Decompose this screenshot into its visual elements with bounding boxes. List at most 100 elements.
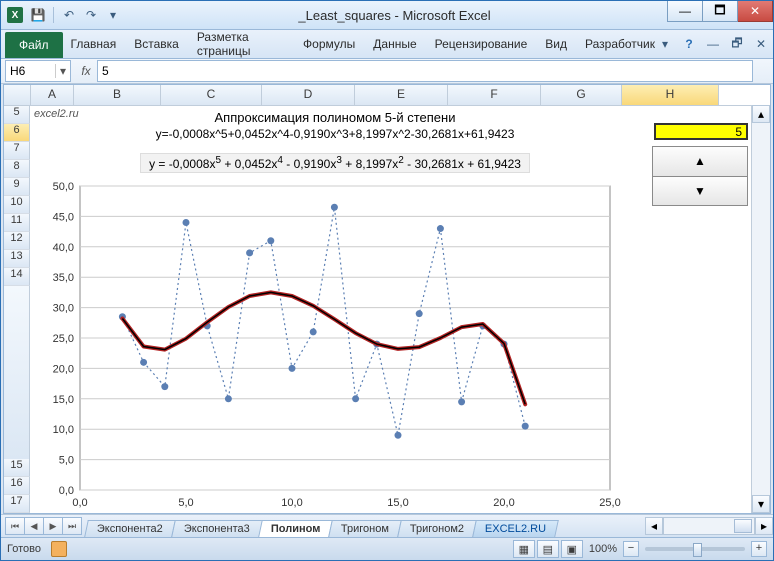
zoom-slider-thumb[interactable] <box>693 543 702 557</box>
row-header[interactable]: 10 <box>4 196 30 214</box>
ribbon-tab[interactable]: Главная <box>69 33 119 55</box>
column-headers: ABCDEFGH <box>4 85 770 106</box>
svg-text:25,0: 25,0 <box>53 333 74 345</box>
svg-text:5,0: 5,0 <box>178 497 193 509</box>
horizontal-scrollbar[interactable]: ◂ ▸ <box>645 517 773 535</box>
ribbon-tab[interactable]: Разметка страницы <box>195 26 287 62</box>
sheet-tabs-row: ⏮ ◀ ▶ ⏭ Экспонента2Экспонента3ПолиномТри… <box>1 514 773 537</box>
name-box[interactable]: H6 ▾ <box>5 60 71 82</box>
trendline-equation: y = -0,0008x5 + 0,0452x4 - 0,9190x3 + 8,… <box>140 153 530 173</box>
row-header[interactable]: 16 <box>4 477 30 495</box>
chart-subtitle: y=-0,0008x^5+0,0452x^4-0,9190x^3+8,1997x… <box>30 127 640 141</box>
sheet-tab[interactable]: Полином <box>258 520 333 537</box>
row-header[interactable]: 8 <box>4 160 30 178</box>
undo-icon[interactable]: ↶ <box>60 6 78 24</box>
column-header[interactable]: B <box>74 85 161 105</box>
close-button[interactable]: ✕ <box>738 1 773 22</box>
ribbon-minimize-icon[interactable]: ▾ <box>657 36 673 52</box>
column-header[interactable]: G <box>541 85 622 105</box>
row-header[interactable]: 17 <box>4 495 30 513</box>
scroll-up-icon[interactable]: ▴ <box>752 105 770 123</box>
window-title: _Least_squares - Microsoft Excel <box>122 8 667 23</box>
row-header[interactable]: 6 <box>4 124 30 142</box>
scroll-down-icon[interactable]: ▾ <box>752 495 770 513</box>
zoom-in-button[interactable]: + <box>751 541 767 557</box>
tab-nav-last[interactable]: ⏭ <box>63 517 82 535</box>
ribbon-tab[interactable]: Рецензирование <box>433 33 530 55</box>
formula-value: 5 <box>102 64 109 78</box>
qat-customize-icon[interactable]: ▾ <box>104 6 122 24</box>
doc-restore-icon[interactable]: 🗗 <box>729 36 745 52</box>
doc-close-icon[interactable]: ✕ <box>753 36 769 52</box>
help-icon[interactable]: ? <box>681 36 697 52</box>
tab-nav-first[interactable]: ⏮ <box>5 517 25 535</box>
row-header[interactable]: 15 <box>4 459 30 477</box>
row-header[interactable]: 13 <box>4 250 30 268</box>
svg-text:0,0: 0,0 <box>72 497 87 509</box>
ribbon-tab[interactable]: Вид <box>543 33 569 55</box>
column-header[interactable]: H <box>622 85 719 105</box>
redo-icon[interactable]: ↷ <box>82 6 100 24</box>
scroll-left-icon[interactable]: ◂ <box>645 517 663 535</box>
chart-title: Аппроксимация полиномом 5-й степени <box>30 110 640 125</box>
vscroll-track[interactable] <box>752 123 770 495</box>
cells-area[interactable]: excel2.ru Аппроксимация полиномом 5-й ст… <box>30 106 770 513</box>
svg-text:10,0: 10,0 <box>53 424 74 436</box>
svg-text:35,0: 35,0 <box>53 272 74 284</box>
sheet-tab[interactable]: Тригоном2 <box>397 520 477 537</box>
ribbon-tab[interactable]: Вставка <box>132 33 181 55</box>
row-header[interactable]: 12 <box>4 232 30 250</box>
svg-text:30,0: 30,0 <box>53 303 74 315</box>
row-header[interactable]: 9 <box>4 178 30 196</box>
tab-nav-prev[interactable]: ◀ <box>25 517 44 535</box>
zoom-slider[interactable] <box>645 547 745 551</box>
qat-separator <box>53 7 54 23</box>
sheet-tab[interactable]: Экспонента3 <box>171 520 262 537</box>
column-header[interactable]: C <box>161 85 262 105</box>
formula-bar: H6 ▾ fx 5 <box>1 59 773 84</box>
sheet-tab[interactable]: Экспонента2 <box>84 520 175 537</box>
maximize-button[interactable]: 🗖 <box>703 1 738 22</box>
svg-text:45,0: 45,0 <box>53 211 74 223</box>
macro-record-icon[interactable] <box>51 541 67 557</box>
svg-text:50,0: 50,0 <box>53 181 74 193</box>
ribbon: Файл ГлавнаяВставкаРазметка страницыФорм… <box>1 30 773 59</box>
column-header[interactable]: A <box>31 85 74 105</box>
column-header[interactable]: D <box>262 85 355 105</box>
zoom-value: 100% <box>589 543 617 555</box>
formula-input[interactable]: 5 <box>97 60 753 82</box>
ribbon-tab[interactable]: Разработчик <box>583 33 657 55</box>
row-header[interactable]: 11 <box>4 214 30 232</box>
fx-label[interactable]: fx <box>75 64 97 78</box>
column-header[interactable]: F <box>448 85 541 105</box>
zoom-out-button[interactable]: − <box>623 541 639 557</box>
cell-h6[interactable]: 5 <box>654 123 748 140</box>
sheet-tab-link[interactable]: EXCEL2.RU <box>472 520 559 537</box>
view-buttons: ▦ ▤ ▣ <box>513 540 583 558</box>
chart-titles: Аппроксимация полиномом 5-й степени y=-0… <box>30 106 640 173</box>
chart[interactable]: 0,05,010,015,020,025,030,035,040,045,050… <box>30 178 630 513</box>
save-icon[interactable]: 💾 <box>29 6 47 24</box>
view-pagebreak-icon[interactable]: ▣ <box>561 540 583 558</box>
ribbon-tab[interactable]: Формулы <box>301 33 357 55</box>
row-header[interactable]: 5 <box>4 106 30 124</box>
sheet-tab[interactable]: Тригоном <box>328 520 402 537</box>
scroll-right-icon[interactable]: ▸ <box>755 517 773 535</box>
spinner-down-button[interactable]: ▼ <box>653 176 747 206</box>
doc-minimize-icon[interactable]: — <box>705 36 721 52</box>
spinner-up-button[interactable]: ▲ <box>653 147 747 176</box>
row-header[interactable]: 7 <box>4 142 30 160</box>
minimize-button[interactable]: — <box>667 1 703 22</box>
column-header[interactable]: E <box>355 85 448 105</box>
row-header[interactable]: 14 <box>4 268 30 286</box>
view-normal-icon[interactable]: ▦ <box>513 540 535 558</box>
hscroll-thumb[interactable] <box>734 519 752 533</box>
tab-nav-next[interactable]: ▶ <box>44 517 63 535</box>
file-tab[interactable]: Файл <box>5 32 63 58</box>
name-box-dropdown-icon[interactable]: ▾ <box>55 64 70 78</box>
vertical-scrollbar[interactable]: ▴ ▾ <box>751 105 770 513</box>
select-all-corner[interactable] <box>4 85 31 105</box>
ribbon-tab[interactable]: Данные <box>371 33 418 55</box>
hscroll-track[interactable] <box>663 517 755 535</box>
view-layout-icon[interactable]: ▤ <box>537 540 559 558</box>
